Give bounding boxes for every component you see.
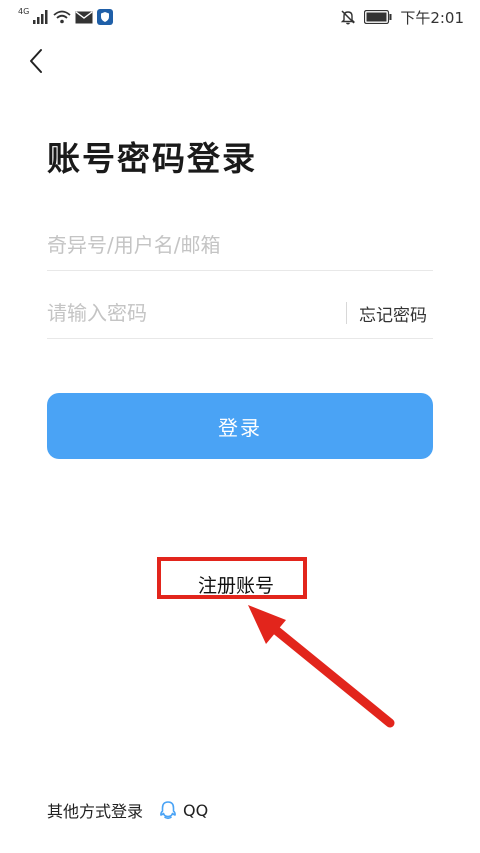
qq-label: QQ [183, 800, 209, 820]
mute-bell-icon [340, 9, 356, 25]
back-button[interactable] [22, 46, 52, 76]
qq-icon [159, 800, 177, 820]
chevron-left-icon [22, 46, 52, 76]
password-field-row: 忘记密码 [47, 288, 433, 339]
username-input[interactable] [47, 220, 327, 270]
mail-icon [75, 10, 93, 24]
login-button[interactable]: 登录 [47, 393, 433, 459]
qq-login-option[interactable]: QQ [159, 800, 208, 820]
other-login-row: 其他方式登录 QQ [47, 798, 208, 822]
forgot-password-link[interactable]: 忘记密码 [359, 301, 427, 326]
battery-icon [364, 10, 392, 24]
shield-icon [97, 9, 114, 25]
username-field-row [47, 220, 433, 271]
password-input[interactable] [47, 288, 327, 338]
network-type: 4G [18, 6, 30, 16]
signal-icon [33, 10, 49, 24]
field-divider [346, 302, 347, 324]
register-link[interactable]: 注册账号 [198, 571, 274, 598]
forgot-wrap: 忘记密码 [346, 301, 427, 326]
status-right: 下午2:01 [340, 7, 464, 27]
wifi-icon [53, 10, 71, 24]
status-bar: 4G 下午2:01 [0, 0, 480, 34]
clock: 下午2:01 [400, 8, 464, 27]
page-title: 账号密码登录 [47, 139, 257, 178]
other-login-label: 其他方式登录 [47, 802, 144, 821]
status-left: 4G [18, 6, 114, 27]
